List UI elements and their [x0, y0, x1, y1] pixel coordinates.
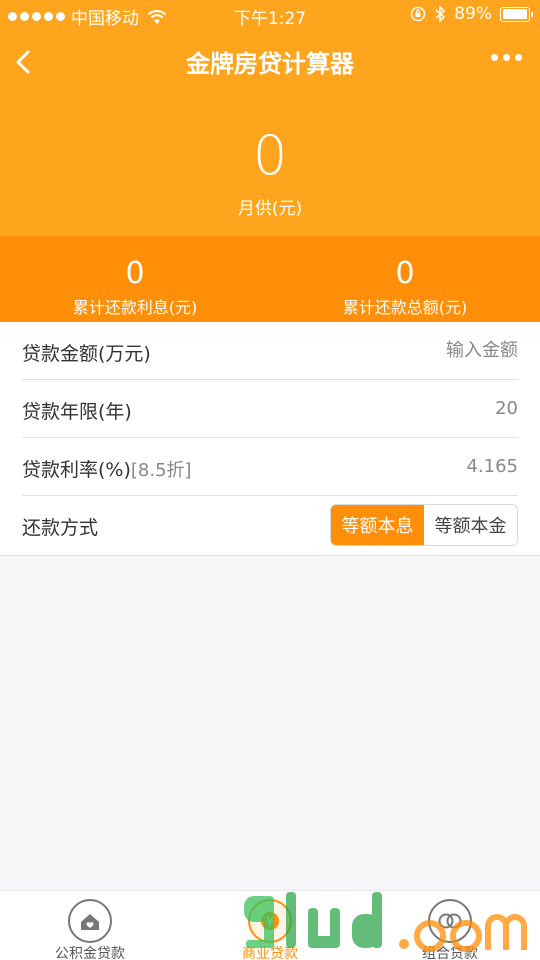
tab-label: 组合贷款 [422, 946, 478, 960]
page-title: 金牌房贷计算器 [186, 50, 354, 78]
more-button[interactable] [491, 54, 522, 61]
monthly-payment-label: 月供(元) [237, 199, 303, 219]
monthly-payment-value: 0 [252, 124, 288, 187]
bluetooth-icon [435, 5, 446, 23]
summary-bar: 0 累计还款利息(元) 0 累计还款总额(元) [0, 236, 540, 322]
total-interest: 0 累计还款利息(元) [0, 236, 270, 318]
tab-label: 公积金贷款 [55, 946, 125, 960]
total-repayment: 0 累计还款总额(元) [270, 236, 540, 318]
tab-commercial-loan[interactable]: ¥ 商业贷款 [180, 891, 360, 960]
tab-label: 商业贷款 [242, 946, 298, 960]
repayment-method-label: 还款方式 [22, 517, 99, 539]
house-icon [68, 899, 112, 943]
svg-text:¥: ¥ [266, 915, 274, 930]
loan-amount-row[interactable]: 贷款金额(万元) [22, 322, 518, 380]
loan-rate-label: 贷款利率(%)[8.5折] [22, 455, 192, 482]
total-repayment-value: 0 [395, 256, 415, 291]
header-banner: 中国移动 下午1:27 89% 金牌房贷计算器 0 月供(元) [0, 0, 540, 236]
repayment-method-toggle: 等额本息 等额本金 [330, 504, 518, 546]
loan-rate-value[interactable]: 4.165 [466, 456, 518, 477]
battery-icon [500, 6, 533, 22]
repayment-method-row: 还款方式 等额本息 等额本金 [22, 496, 518, 554]
loan-form: 贷款金额(万元) 贷款年限(年) 20 贷款利率(%)[8.5折] 4.165 … [0, 322, 540, 556]
tab-combo-loan[interactable]: 组合贷款 [360, 891, 540, 960]
status-bar: 中国移动 下午1:27 89% [0, 0, 540, 30]
rate-discount: [8.5折] [130, 460, 192, 481]
loan-amount-input[interactable] [318, 334, 518, 366]
loan-term-value[interactable]: 20 [495, 398, 518, 419]
battery-percent: 89% [454, 4, 492, 24]
equal-installment-button[interactable]: 等额本息 [331, 505, 424, 545]
tab-bar: 公积金贷款 ¥ 商业贷款 组合贷款 [0, 890, 540, 960]
more-dot-icon [491, 54, 498, 61]
total-interest-label: 累计还款利息(元) [72, 298, 198, 317]
loan-rate-label-text: 贷款利率(%) [22, 459, 131, 481]
more-dot-icon [503, 54, 510, 61]
more-dot-icon [515, 54, 522, 61]
total-repayment-label: 累计还款总额(元) [342, 298, 468, 317]
tab-housing-fund-loan[interactable]: 公积金贷款 [0, 891, 180, 960]
equal-principal-button[interactable]: 等额本金 [424, 505, 517, 545]
loan-amount-label: 贷款金额(万元) [22, 343, 151, 365]
status-right: 89% [410, 4, 533, 24]
loan-rate-row[interactable]: 贷款利率(%)[8.5折] 4.165 [22, 438, 518, 496]
combo-icon [428, 899, 472, 943]
nav-bar: 金牌房贷计算器 [0, 36, 540, 86]
loan-term-label: 贷款年限(年) [22, 401, 132, 423]
loan-term-row[interactable]: 贷款年限(年) 20 [22, 380, 518, 438]
rotation-lock-icon [410, 6, 426, 22]
coin-icon: ¥ [248, 899, 292, 943]
total-interest-value: 0 [125, 256, 145, 291]
